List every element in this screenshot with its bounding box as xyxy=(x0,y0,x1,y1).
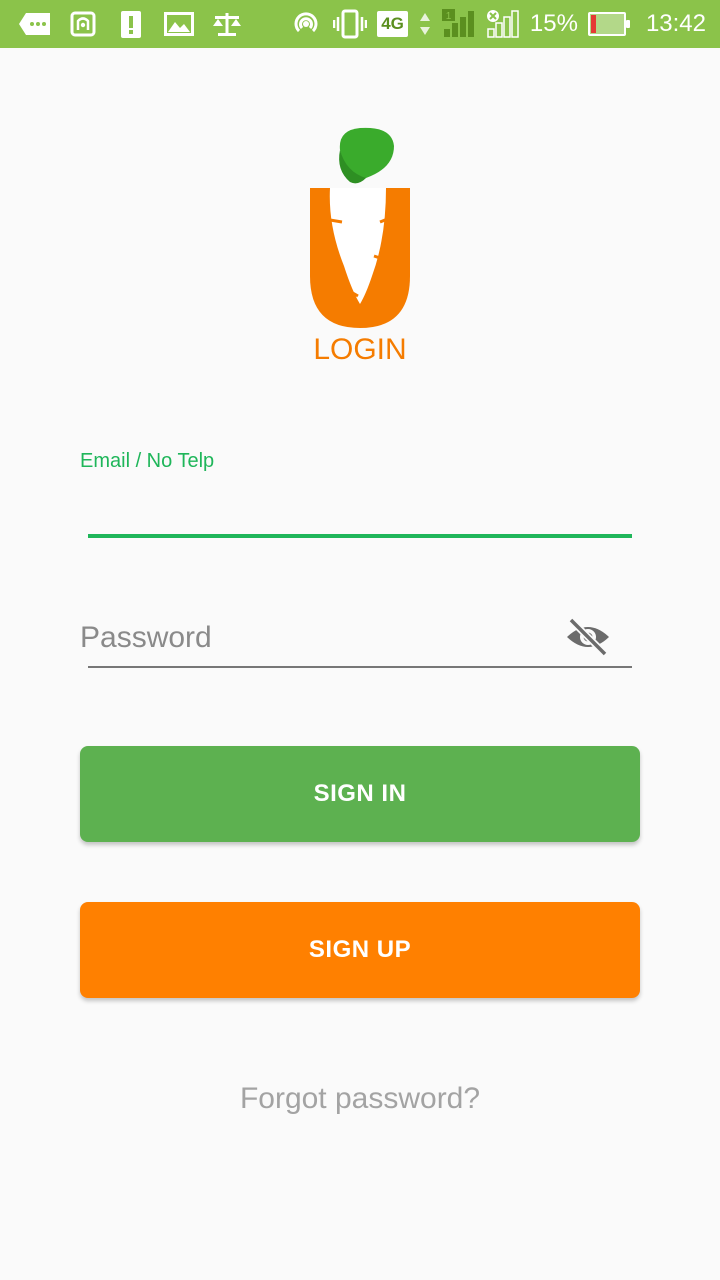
notification-icons xyxy=(18,8,244,40)
status-bar: 4G 1 15% 13:42 xyxy=(0,0,720,48)
data-arrows-icon xyxy=(418,9,432,39)
sim-slot-number: 1 xyxy=(446,11,452,22)
password-field[interactable] xyxy=(80,614,550,662)
sign-up-button[interactable]: SIGN UP xyxy=(80,902,640,998)
clock: 13:42 xyxy=(645,10,706,37)
toggle-password-visibility-button[interactable] xyxy=(564,614,612,660)
nfc-icon xyxy=(66,9,100,39)
sign-in-button[interactable]: SIGN IN xyxy=(80,746,640,842)
signal-sim1-icon: 1 xyxy=(441,9,476,39)
battery-level-fill xyxy=(590,15,596,33)
battery-percent: 15% xyxy=(529,10,578,37)
login-title: LOGIN xyxy=(313,333,407,366)
email-field-label: Email / No Telp xyxy=(80,450,215,472)
scale-icon xyxy=(210,9,244,39)
email-field-underline xyxy=(88,534,632,538)
eye-off-icon xyxy=(567,617,609,657)
vibrate-icon xyxy=(333,9,368,39)
hotspot-icon xyxy=(289,9,323,39)
system-icons: 4G 1 15% 13:42 xyxy=(289,8,706,40)
image-icon xyxy=(162,9,196,39)
forgot-password-link[interactable]: Forgot password? xyxy=(0,1082,720,1116)
chat-bubble-icon xyxy=(18,9,52,39)
password-field-underline xyxy=(88,666,632,668)
alert-icon xyxy=(114,9,148,39)
battery-icon xyxy=(587,12,630,36)
network-type-badge: 4G xyxy=(377,11,408,37)
signal-sim2-icon xyxy=(486,9,520,39)
email-field[interactable] xyxy=(88,488,632,532)
carrot-u-logo xyxy=(310,127,410,328)
